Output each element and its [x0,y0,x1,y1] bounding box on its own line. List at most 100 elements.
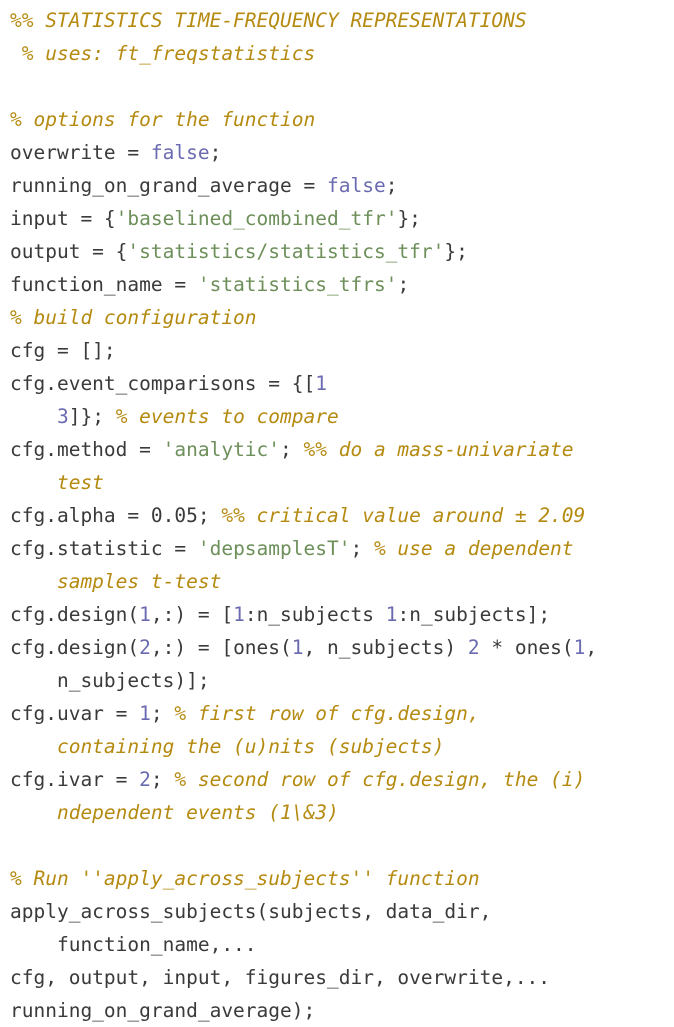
code-token-number: 1 [573,636,586,659]
code-token-plain: :n_subjects]; [397,603,551,626]
code-token-number: 2 [139,768,151,791]
code-line: output = {'statistics/statistics_tfr'}; [10,235,674,268]
code-token-plain: overwrite = [10,141,151,164]
code-line: samples t-test [10,565,674,598]
code-token-number: 1 [233,603,245,626]
code-line: function_name = 'statistics_tfrs'; [10,268,674,301]
code-token-plain: function_name = [10,273,198,296]
code-line: overwrite = false; [10,136,674,169]
code-token-comment: % second row of cfg.design, the (i) [174,768,586,791]
code-line: cfg.design(1,:) = [1:n_subjects 1:n_subj… [10,598,674,631]
code-token-plain: cfg.event_comparisons = {[ [10,372,316,395]
code-line: 3]}; % events to compare [10,400,674,433]
code-token-plain: ; [350,537,374,560]
code-token-comment: %% critical value around ± 2.09 [221,504,586,527]
code-line: cfg, output, input, figures_dir, overwri… [10,961,674,994]
code-token-plain: input = { [10,207,116,230]
code-line: test [10,466,674,499]
code-token-comment: samples t-test [10,570,222,593]
code-token-plain: cfg.design( [10,603,140,626]
code-token-plain: ]}; [68,405,116,428]
code-line: running_on_grand_average = false; [10,169,674,202]
code-token-comment: % build configuration [10,306,257,329]
code-token-plain: ; [397,273,410,296]
code-token-number: 1 [139,603,151,626]
code-token-string: 'analytic' [162,438,281,461]
code-token-number: 2 [467,636,480,659]
code-token-comment: %% STATISTICS TIME-FREQUENCY REPRESENTAT… [10,9,527,32]
code-token-string: 'baselined_combined_tfr' [115,207,398,230]
code-line: cfg.alpha = 0.05; %% critical value arou… [10,499,674,532]
code-line: containing the (u)nits (subjects) [10,730,674,763]
code-token-plain: }; [397,207,421,230]
code-token-plain: output = { [10,240,128,263]
code-line: % uses: ft_freqstatistics [10,37,674,70]
code-token-number: 2 [139,636,151,659]
code-token-plain: ; [150,768,175,791]
code-line: % Run ''apply_across_subjects'' function [10,862,674,895]
code-token-plain: cfg.uvar = [10,702,140,725]
code-line: running_on_grand_average); [10,994,674,1027]
code-token-plain: apply_across_subjects(subjects, data_dir… [10,900,492,923]
code-token-comment: % uses: ft_freqstatistics [10,42,316,65]
code-token-plain: running_on_grand_average = [10,174,327,197]
code-token-plain: cfg.method = [10,438,163,461]
code-token-plain: cfg.alpha = 0.05; [10,504,222,527]
code-token-string: 'statistics_tfrs' [197,273,398,296]
code-line: cfg.statistic = 'depsamplesT'; % use a d… [10,532,674,565]
code-token-comment: %% do a mass-univariate [303,438,574,461]
code-token-comment: ndependent events (1\&3) [10,801,339,824]
code-token-string: 'depsamplesT' [197,537,351,560]
code-token-plain: * ones( [479,636,574,659]
code-token-number: 1 [291,636,304,659]
code-token-plain: ; [280,438,304,461]
code-listing[interactable]: %% STATISTICS TIME-FREQUENCY REPRESENTAT… [0,0,674,1027]
code-token-plain: :n_subjects [244,603,386,626]
code-token-plain: , n_subjects) [303,636,468,659]
code-token-comment: % use a dependent [373,537,574,560]
code-token-comment: % options for the function [10,108,316,131]
code-line: cfg.event_comparisons = {[1 [10,367,674,400]
code-token-keyword: false [150,141,210,164]
code-line: n_subjects)]; [10,664,674,697]
code-line: cfg.uvar = 1; % first row of cfg.design, [10,697,674,730]
code-line: cfg.method = 'analytic'; %% do a mass-un… [10,433,674,466]
code-line: % build configuration [10,301,674,334]
code-token-plain: , [585,636,598,659]
code-token-plain: n_subjects)]; [10,669,210,692]
code-token-number: 3 [56,405,69,428]
code-line: cfg.design(2,:) = [ones(1, n_subjects) 2… [10,631,674,664]
code-token-string: 'statistics/statistics_tfr' [127,240,445,263]
code-token-plain: cfg.design( [10,636,140,659]
code-token-plain: function_name,... [10,933,257,956]
code-token-comment: % events to compare [115,405,339,428]
code-token-plain: cfg = []; [10,339,116,362]
code-token-comment: % Run ''apply_across_subjects'' function [10,867,480,890]
code-token-number: 1 [139,702,151,725]
code-line: cfg.ivar = 2; % second row of cfg.design… [10,763,674,796]
code-token-number: 1 [385,603,398,626]
code-token-plain: ; [209,141,222,164]
code-line: function_name,... [10,928,674,961]
code-token-number: 1 [315,372,327,395]
code-token-plain: ,:) = [ones( [150,636,292,659]
code-token-plain: cfg.statistic = [10,537,198,560]
code-token-plain: ,:) = [ [150,603,234,626]
code-token-comment: % first row of cfg.design, [174,702,480,725]
code-token-plain: ; [385,174,398,197]
code-line: ndependent events (1\&3) [10,796,674,829]
code-token-keyword: false [326,174,386,197]
code-line: % options for the function [10,103,674,136]
code-token-plain: cfg, output, input, figures_dir, overwri… [10,966,551,989]
code-line: cfg = []; [10,334,674,367]
code-token-comment: containing the (u)nits (subjects) [10,735,445,758]
code-token-plain: running_on_grand_average); [10,999,316,1022]
code-token-plain: ; [150,702,175,725]
code-line: %% STATISTICS TIME-FREQUENCY REPRESENTAT… [10,4,674,37]
code-token-plain: }; [444,240,468,263]
code-token-plain: cfg.ivar = [10,768,140,791]
code-token-comment: test [10,471,104,494]
